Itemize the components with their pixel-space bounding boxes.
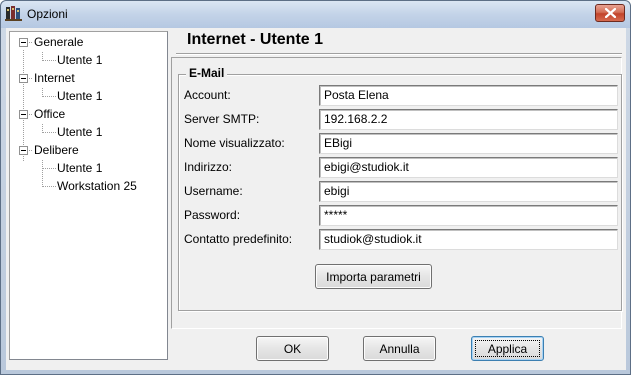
address-field[interactable]: ebigi@studiok.it [319, 157, 618, 178]
page-title: Internet - Utente 1 [187, 31, 324, 48]
window-title: Opzioni [27, 7, 68, 21]
username-label: Username: [184, 184, 243, 198]
password-label: Password: [184, 208, 241, 222]
tree-item-generale-utente-1[interactable]: Utente 1 [57, 51, 102, 69]
email-group-title: E-Mail [186, 66, 228, 80]
tree-item-internet[interactable]: Internet [34, 69, 75, 87]
default-contact-label: Contatto predefinito: [184, 232, 293, 246]
options-window: Opzioni Generale Utente 1 Internet Utent… [0, 0, 631, 375]
tree-item-delibere[interactable]: Delibere [34, 141, 79, 159]
default-contact-field[interactable]: studiok@studiok.it [319, 229, 618, 250]
cancel-button[interactable]: Annulla [363, 336, 436, 361]
username-field[interactable]: ebigi [319, 181, 618, 202]
dialog-client-area: Generale Utente 1 Internet Utente 1 Offi… [6, 28, 626, 370]
ok-button[interactable]: OK [256, 336, 329, 361]
apply-button[interactable]: Applica [471, 336, 544, 361]
app-icon [5, 5, 22, 22]
address-label: Indirizzo: [184, 160, 233, 174]
options-tree[interactable]: Generale Utente 1 Internet Utente 1 Offi… [9, 31, 168, 360]
tree-item-office-utente-1[interactable]: Utente 1 [57, 123, 102, 141]
display-name-field[interactable]: EBigi [319, 133, 618, 154]
server-smtp-field[interactable]: 192.168.2.2 [319, 109, 618, 130]
collapse-generale-icon[interactable] [19, 38, 28, 47]
account-label: Account: [184, 88, 231, 102]
tree-item-generale[interactable]: Generale [34, 33, 83, 51]
collapse-internet-icon[interactable] [19, 74, 28, 83]
tree-item-office[interactable]: Office [34, 105, 65, 123]
close-button[interactable] [595, 4, 625, 22]
display-name-label: Nome visualizzato: [184, 136, 285, 150]
password-field[interactable]: ***** [319, 205, 618, 226]
collapse-delibere-icon[interactable] [19, 146, 28, 155]
title-divider [176, 53, 622, 55]
collapse-office-icon[interactable] [19, 110, 28, 119]
import-parameters-button[interactable]: Importa parametri [315, 264, 432, 289]
tree-item-delibere-utente-1[interactable]: Utente 1 [57, 159, 102, 177]
server-smtp-label: Server SMTP: [184, 112, 260, 126]
close-icon [604, 8, 616, 18]
title-bar[interactable]: Opzioni [1, 1, 630, 28]
tree-item-internet-utente-1[interactable]: Utente 1 [57, 87, 102, 105]
tree-item-workstation-25[interactable]: Workstation 25 [57, 177, 137, 195]
account-field[interactable]: Posta Elena [319, 85, 618, 106]
